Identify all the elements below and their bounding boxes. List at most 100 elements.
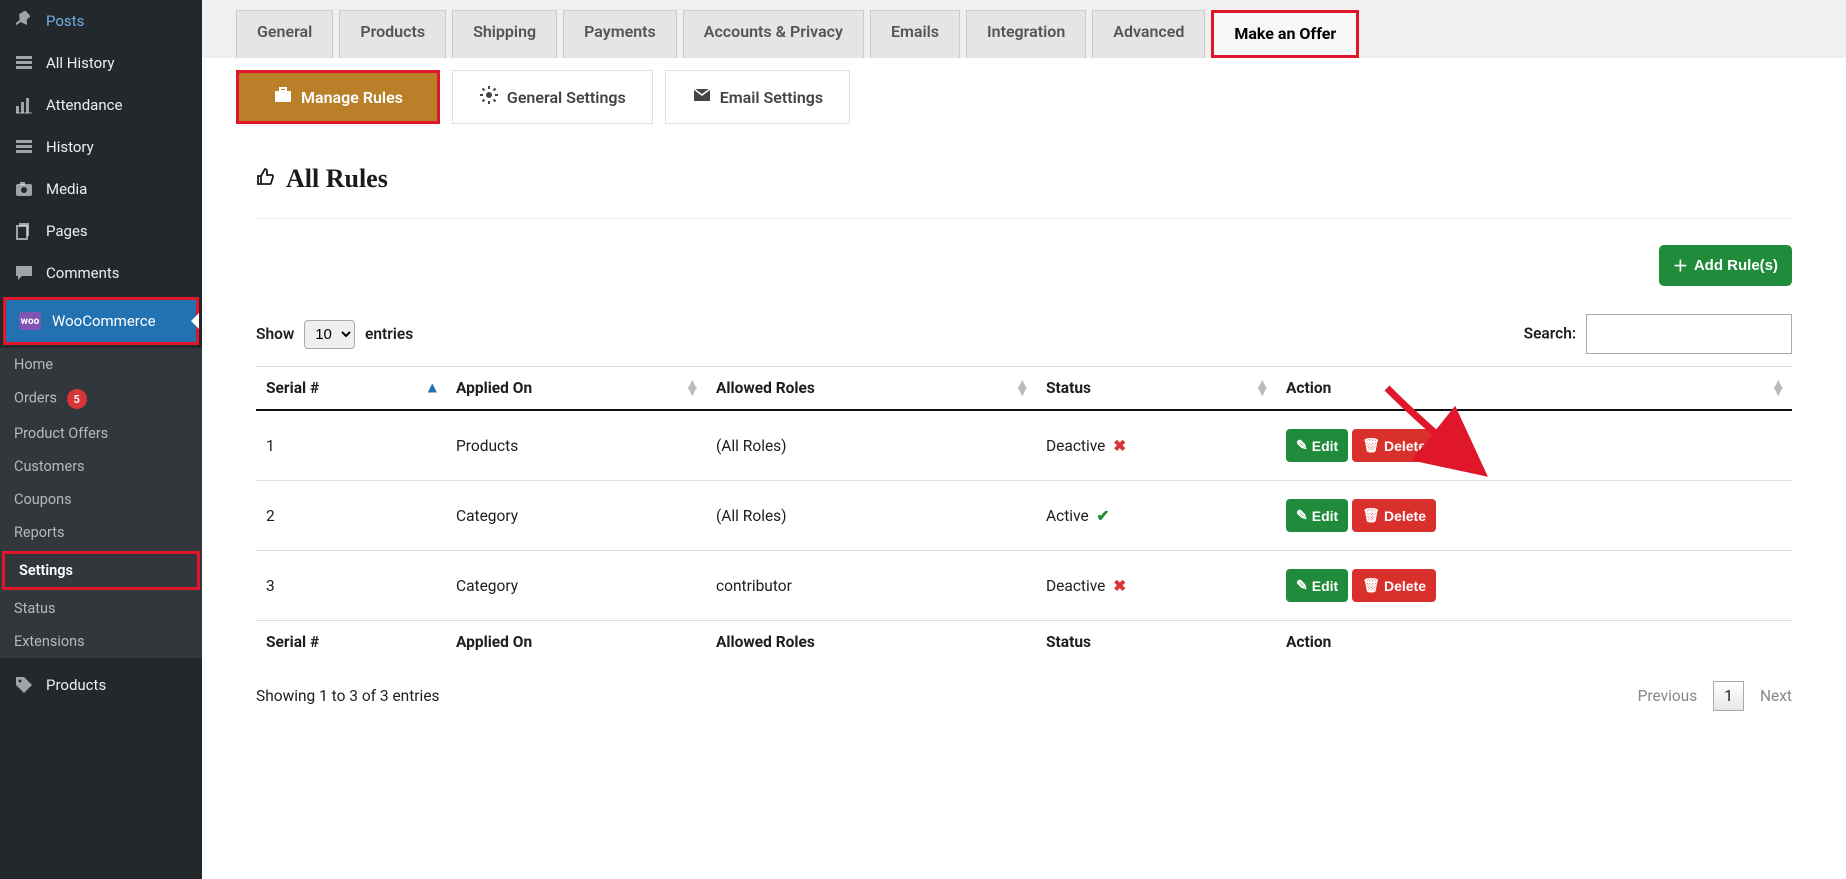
sidebar-sub-product-offers[interactable]: Product Offers [0, 417, 202, 450]
stack-icon [12, 219, 36, 243]
edit-button[interactable]: ✎ Edit [1286, 429, 1348, 462]
delete-button[interactable]: 🗑 Delete [1352, 499, 1436, 532]
sidebar-item-label: Posts [46, 12, 84, 30]
trash-icon: 🗑 [1362, 577, 1380, 594]
sidebar-sub-extensions[interactable]: Extensions [0, 625, 202, 658]
add-rules-button[interactable]: ＋ Add Rule(s) [1659, 245, 1792, 286]
admin-sidebar: Posts All History Attendance History Med… [0, 0, 202, 879]
col-roles[interactable]: Allowed Roles ▲▼ [706, 367, 1036, 411]
gear-icon [479, 85, 499, 109]
tab-advanced[interactable]: Advanced [1092, 10, 1205, 58]
cell-roles: (All Roles) [706, 410, 1036, 481]
plus-icon: ＋ [1673, 255, 1688, 276]
page-previous[interactable]: Previous [1638, 687, 1698, 705]
page-number[interactable]: 1 [1713, 681, 1744, 711]
sidebar-item-pages[interactable]: Pages [0, 210, 202, 252]
settings-tabs: General Products Shipping Payments Accou… [202, 0, 1846, 58]
subtab-label: Email Settings [720, 88, 823, 107]
cell-applied: Category [446, 481, 706, 551]
cell-serial: 2 [256, 481, 446, 551]
sidebar-item-label: Comments [46, 264, 120, 282]
sort-desc-icon: ▼ [1015, 388, 1030, 395]
add-rules-label: Add Rule(s) [1694, 257, 1778, 274]
delete-button[interactable]: 🗑 Delete [1352, 429, 1436, 462]
cell-status: Deactive ✖ [1036, 551, 1276, 621]
close-icon: ✖ [1113, 577, 1126, 595]
subtab-manage-rules[interactable]: Manage Rules [236, 70, 440, 124]
sidebar-item-posts[interactable]: Posts [0, 0, 202, 42]
footer-action: Action [1276, 621, 1792, 664]
page-next[interactable]: Next [1760, 687, 1792, 705]
sidebar-item-products[interactable]: Products [0, 664, 202, 706]
cell-roles: (All Roles) [706, 481, 1036, 551]
col-applied[interactable]: Applied On ▲▼ [446, 367, 706, 411]
cell-action: ✎ Edit🗑 Delete [1276, 551, 1792, 621]
sidebar-item-history[interactable]: History [0, 126, 202, 168]
sidebar-item-woocommerce[interactable]: woo WooCommerce [3, 297, 199, 345]
sidebar-sub-coupons[interactable]: Coupons [0, 483, 202, 516]
tab-integration[interactable]: Integration [966, 10, 1086, 58]
col-serial[interactable]: Serial # ▲ [256, 367, 446, 411]
rules-table: Serial # ▲ Applied On ▲▼ Allowed Roles ▲… [256, 366, 1792, 663]
sidebar-sub-home[interactable]: Home [0, 348, 202, 381]
check-icon: ✔ [1097, 507, 1110, 525]
edit-icon: ✎ [1296, 507, 1308, 524]
sort-desc-icon: ▼ [1255, 388, 1270, 395]
sidebar-item-label: Pages [46, 222, 88, 240]
sort-desc-icon: ▼ [1771, 388, 1786, 395]
cell-action: ✎ Edit🗑 Delete [1276, 481, 1792, 551]
subtab-general-settings[interactable]: General Settings [452, 70, 653, 124]
tab-general[interactable]: General [236, 10, 333, 58]
tab-make-an-offer[interactable]: Make an Offer [1211, 10, 1359, 58]
cell-status: Deactive ✖ [1036, 410, 1276, 481]
col-action: Action ▲▼ [1276, 367, 1792, 411]
tab-accounts-privacy[interactable]: Accounts & Privacy [683, 10, 864, 58]
sidebar-item-label: Products [46, 676, 106, 694]
thumbs-up-icon [256, 164, 276, 194]
footer-applied: Applied On [446, 621, 706, 664]
length-select[interactable]: 10 [304, 320, 355, 349]
col-status[interactable]: Status ▲▼ [1036, 367, 1276, 411]
sidebar-sub-customers[interactable]: Customers [0, 450, 202, 483]
delete-button[interactable]: 🗑 Delete [1352, 569, 1436, 602]
sidebar-item-label: All History [46, 54, 115, 72]
cell-serial: 1 [256, 410, 446, 481]
sidebar-item-all-history[interactable]: All History [0, 42, 202, 84]
envelope-icon [692, 85, 712, 109]
sidebar-item-attendance[interactable]: Attendance [0, 84, 202, 126]
search-label: Search: [1524, 325, 1577, 343]
table-row: 3CategorycontributorDeactive ✖✎ Edit🗑 De… [256, 551, 1792, 621]
footer-roles: Allowed Roles [706, 621, 1036, 664]
close-icon: ✖ [1113, 437, 1126, 455]
pagination: Previous 1 Next [1638, 681, 1792, 711]
tab-payments[interactable]: Payments [563, 10, 677, 58]
edit-button[interactable]: ✎ Edit [1286, 569, 1348, 602]
search-input[interactable] [1586, 314, 1792, 354]
sidebar-sub-orders[interactable]: Orders 5 [0, 381, 202, 417]
sidebar-sub-reports[interactable]: Reports [0, 516, 202, 549]
length-control: Show 10 entries [256, 320, 413, 349]
briefcase-icon [273, 85, 293, 109]
comment-icon [12, 261, 36, 285]
table-row: 1Products(All Roles)Deactive ✖✎ Edit🗑 De… [256, 410, 1792, 481]
tab-shipping[interactable]: Shipping [452, 10, 557, 58]
sort-asc-icon: ▲ [425, 385, 440, 392]
panel-title: All Rules [256, 164, 1792, 219]
tab-products[interactable]: Products [339, 10, 446, 58]
main-content: General Products Shipping Payments Accou… [202, 0, 1846, 879]
footer-serial: Serial # [256, 621, 446, 664]
grid-icon [12, 51, 36, 75]
table-info: Showing 1 to 3 of 3 entries [256, 687, 440, 705]
sidebar-item-comments[interactable]: Comments [0, 252, 202, 294]
sort-desc-icon: ▼ [685, 388, 700, 395]
tab-emails[interactable]: Emails [870, 10, 960, 58]
sidebar-item-media[interactable]: Media [0, 168, 202, 210]
edit-button[interactable]: ✎ Edit [1286, 499, 1348, 532]
sidebar-sub-status[interactable]: Status [0, 592, 202, 625]
edit-icon: ✎ [1296, 577, 1308, 594]
cell-serial: 3 [256, 551, 446, 621]
pin-icon [12, 9, 36, 33]
subtab-email-settings[interactable]: Email Settings [665, 70, 850, 124]
sidebar-sub-settings[interactable]: Settings [2, 551, 200, 590]
orders-badge: 5 [67, 389, 87, 409]
